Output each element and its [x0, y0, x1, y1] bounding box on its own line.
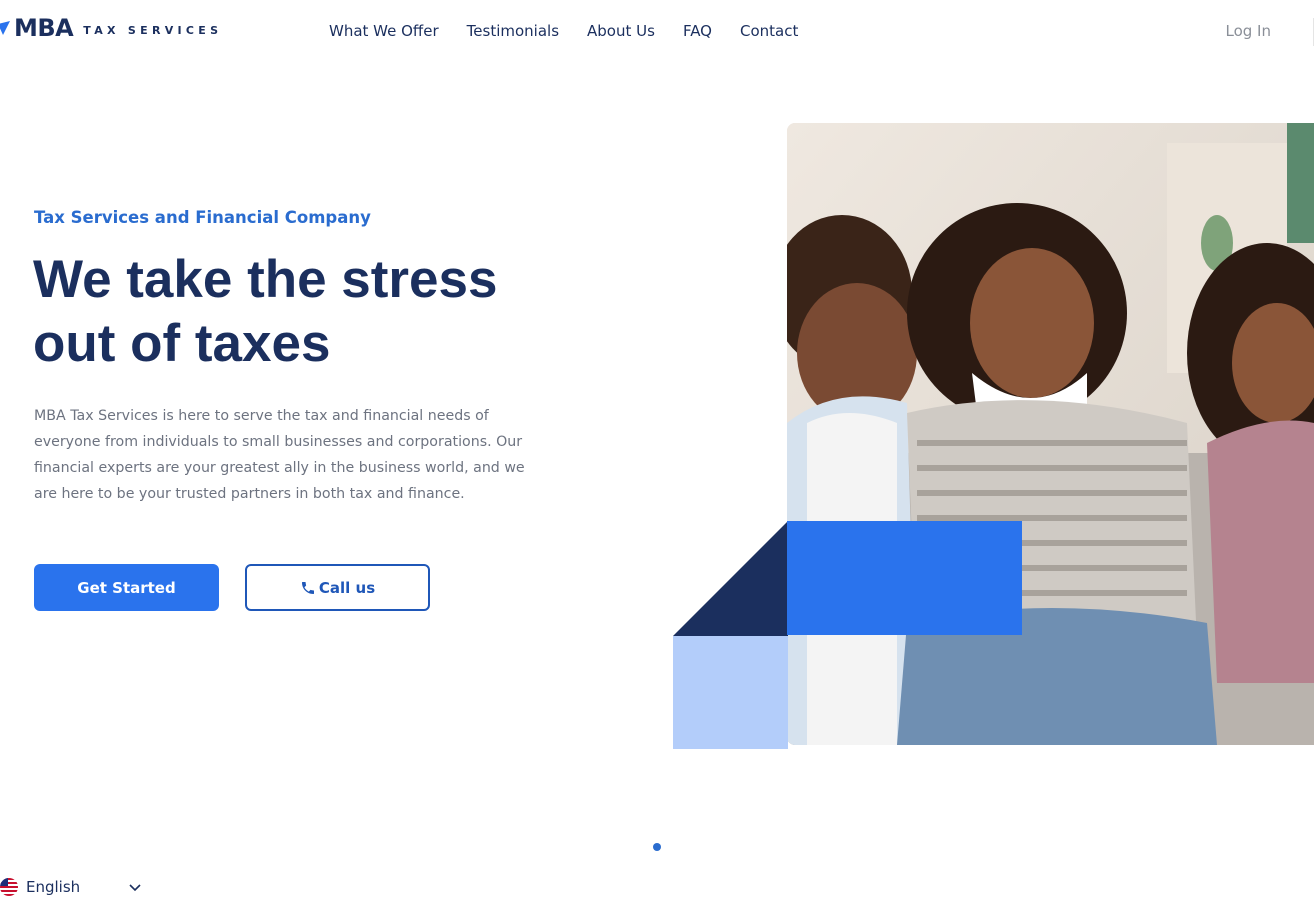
- hero-family-photo: [787, 123, 1314, 745]
- get-started-label: Get Started: [77, 578, 176, 597]
- login-link[interactable]: Log In: [1226, 22, 1272, 40]
- chevron-down-icon: [129, 884, 141, 892]
- hero-description: MBA Tax Services is here to serve the ta…: [34, 408, 525, 502]
- call-us-button[interactable]: Call us: [245, 564, 430, 611]
- call-us-label: Call us: [318, 578, 376, 597]
- hero-kicker: Tax Services and Financial Company: [34, 208, 371, 227]
- main-nav: What We Offer Testimonials About Us FAQ …: [329, 22, 826, 40]
- logo-subtext: TAX SERVICES: [83, 23, 223, 37]
- brand-logo[interactable]: MBA TAX SERVICES: [0, 14, 222, 42]
- hero-headline: We take the stress out of taxes: [33, 250, 498, 373]
- nav-faq[interactable]: FAQ: [683, 22, 712, 40]
- get-started-button[interactable]: Get Started: [34, 564, 219, 611]
- logo-text: MBA: [14, 14, 74, 42]
- nav-what-we-offer[interactable]: What We Offer: [329, 22, 439, 40]
- decor-dark-triangle: [673, 521, 788, 636]
- carousel-dot-active[interactable]: [653, 843, 661, 851]
- language-label: English: [26, 878, 81, 896]
- nav-contact[interactable]: Contact: [740, 22, 798, 40]
- us-flag-icon: [0, 878, 18, 896]
- decor-blue-rectangle: [787, 521, 1022, 635]
- language-selector[interactable]: English: [0, 878, 142, 896]
- family-photo-illustration: [787, 123, 1314, 745]
- logo-mark-icon: [0, 21, 10, 35]
- nav-about-us[interactable]: About Us: [587, 22, 655, 40]
- phone-icon: [301, 581, 314, 594]
- decor-light-square: [673, 636, 788, 749]
- nav-testimonials[interactable]: Testimonials: [467, 22, 559, 40]
